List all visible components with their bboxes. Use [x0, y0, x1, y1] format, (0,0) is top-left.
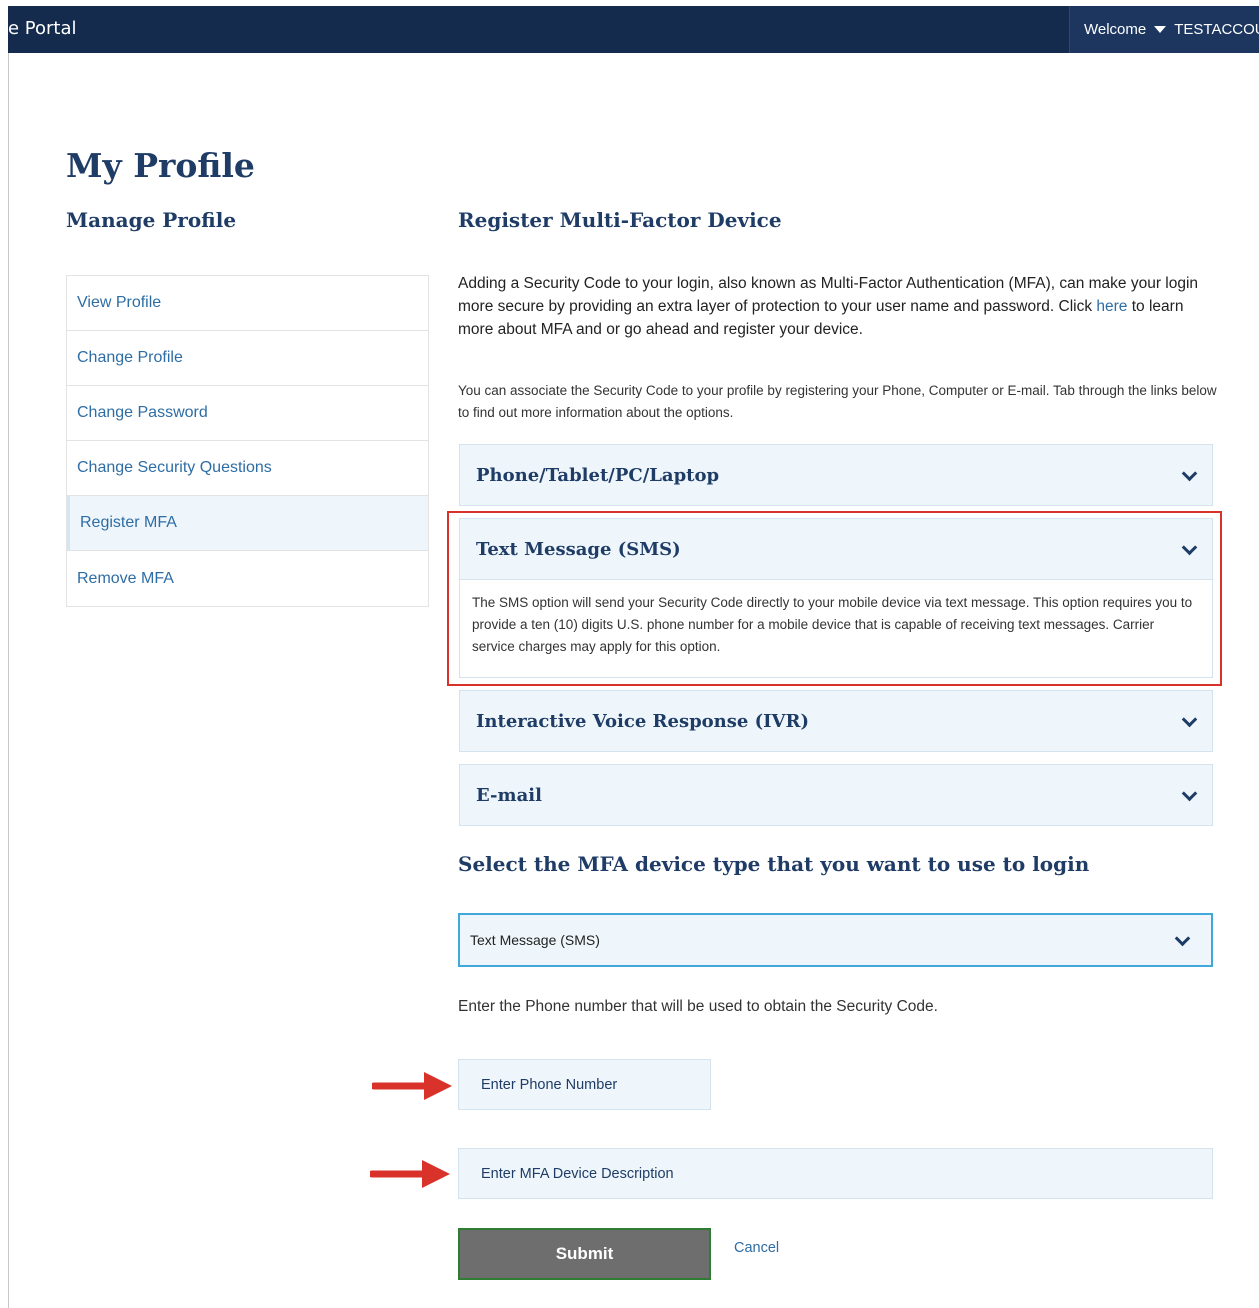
register-mfa-title: Register Multi-Factor Device	[458, 208, 782, 232]
intro-paragraph: Adding a Security Code to your login, al…	[458, 272, 1218, 341]
select-value: Text Message (SMS)	[470, 932, 600, 948]
accordion-label: Phone/Tablet/PC/Laptop	[476, 464, 720, 486]
submit-button[interactable]: Submit	[458, 1228, 711, 1280]
sidebar-item-change-security-questions[interactable]: Change Security Questions	[67, 441, 428, 496]
sidebar-item-change-profile[interactable]: Change Profile	[67, 331, 428, 386]
sidebar-item-change-password[interactable]: Change Password	[67, 386, 428, 441]
accordion-email[interactable]: E-mail	[459, 764, 1213, 826]
cancel-link[interactable]: Cancel	[734, 1240, 779, 1256]
intro-text: Adding a Security Code to your login, al…	[458, 275, 1199, 315]
portal-title[interactable]: e Portal	[8, 18, 77, 39]
mfa-device-select[interactable]: Text Message (SMS)	[458, 913, 1213, 967]
highlight-annotation-box	[447, 511, 1222, 686]
caret-down-icon	[1154, 26, 1167, 33]
top-navbar: e Portal Welcome TESTACCOU	[8, 6, 1259, 53]
profile-sidebar: View Profile Change Profile Change Passw…	[66, 275, 429, 607]
phone-instruction: Enter the Phone number that will be used…	[458, 998, 938, 1015]
accordion-label: E-mail	[476, 784, 542, 806]
accordion-phone-tablet-pc[interactable]: Phone/Tablet/PC/Laptop	[459, 444, 1213, 506]
red-arrow-icon	[372, 1072, 452, 1100]
username: TESTACCOU	[1174, 21, 1259, 38]
welcome-label: Welcome	[1084, 21, 1147, 38]
sidebar-item-remove-mfa[interactable]: Remove MFA	[67, 551, 428, 606]
learn-more-link[interactable]: here	[1096, 298, 1127, 315]
chevron-down-icon	[1182, 714, 1196, 728]
chevron-down-icon	[1182, 788, 1196, 802]
accordion-ivr[interactable]: Interactive Voice Response (IVR)	[459, 690, 1213, 752]
device-description-field-wrapper	[458, 1148, 1213, 1199]
chevron-down-icon	[1182, 468, 1196, 482]
chevron-down-icon	[1175, 933, 1189, 947]
phone-number-field-wrapper	[458, 1059, 711, 1110]
select-device-title: Select the MFA device type that you want…	[458, 852, 1090, 876]
sidebar-item-view-profile[interactable]: View Profile	[67, 276, 428, 331]
associate-paragraph: You can associate the Security Code to y…	[458, 383, 1217, 420]
user-menu[interactable]: Welcome TESTACCOU	[1069, 6, 1259, 53]
sidebar-item-register-mfa[interactable]: Register MFA	[67, 496, 428, 551]
manage-profile-title: Manage Profile	[66, 208, 237, 232]
page-title: My Profile	[66, 146, 255, 185]
accordion-label: Interactive Voice Response (IVR)	[476, 710, 809, 732]
red-arrow-icon	[370, 1160, 450, 1188]
device-description-input[interactable]	[481, 1165, 1212, 1182]
phone-number-input[interactable]	[481, 1076, 710, 1093]
